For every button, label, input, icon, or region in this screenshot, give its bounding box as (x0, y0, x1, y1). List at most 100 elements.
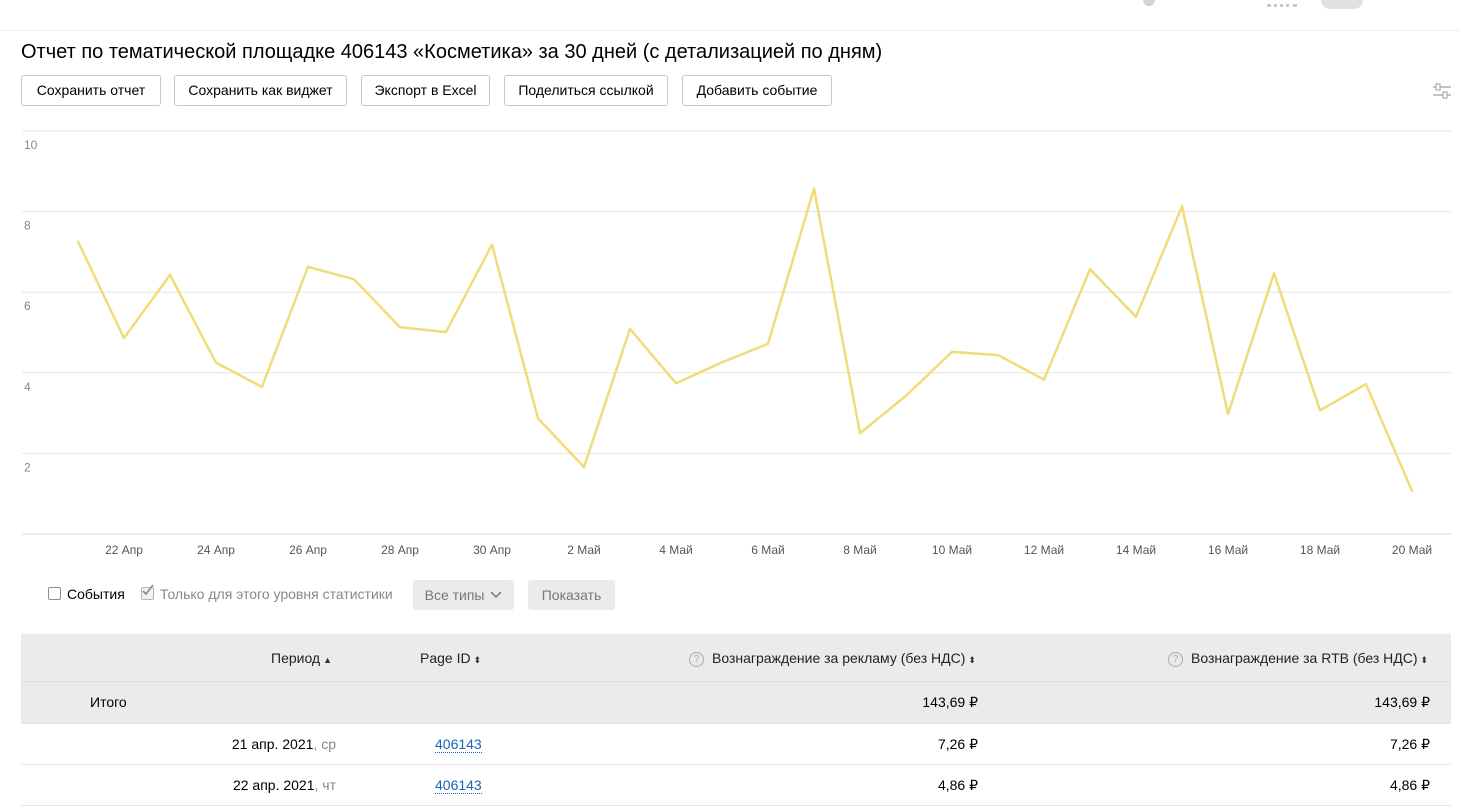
share-link-button[interactable]: Поделиться ссылкой (504, 75, 668, 106)
data-point[interactable] (1180, 205, 1184, 208)
row-weekday: , ср (313, 736, 336, 752)
level-only-label[interactable]: Только для этого уровня статистики (160, 586, 393, 602)
event-types-select[interactable]: Все типы (413, 580, 514, 610)
x-tick-label: 20 Май (1392, 543, 1432, 557)
data-point[interactable] (858, 432, 862, 435)
data-point[interactable] (812, 187, 816, 190)
sliders-icon[interactable] (1432, 82, 1452, 100)
events-checkbox[interactable] (48, 587, 61, 600)
x-tick-label: 14 Май (1116, 543, 1156, 557)
row-page-id: 406143 (435, 736, 482, 753)
page-id-link[interactable]: 406143 (435, 777, 482, 794)
question-icon[interactable]: ? (1168, 652, 1183, 667)
save-as-widget-button[interactable]: Сохранить как виджет (174, 75, 347, 106)
x-tick-label: 2 Май (567, 543, 601, 557)
x-tick-label: 30 Апр (473, 543, 511, 557)
x-tick-label: 10 Май (932, 543, 972, 557)
sort-icon: ⬍ (1420, 655, 1429, 665)
x-tick-label: 4 Май (659, 543, 693, 557)
data-point[interactable] (76, 240, 80, 243)
column-ad-reward-label: Вознаграждение за рекламу (без НДС) (712, 650, 966, 666)
data-point[interactable] (1226, 412, 1230, 416)
sort-icon: ⬍ (473, 655, 482, 665)
row-period: 21 апр. 2021, ср (232, 736, 336, 752)
data-point[interactable] (306, 265, 310, 269)
data-point[interactable] (1272, 272, 1276, 275)
row-date: 22 апр. 2021 (232, 777, 315, 793)
top-bar (0, 0, 1459, 31)
level-only-checkbox[interactable] (141, 584, 154, 600)
data-point[interactable] (1364, 382, 1368, 386)
x-tick-label: 22 Апр (105, 543, 143, 557)
data-point[interactable] (444, 330, 448, 334)
avatar[interactable] (1321, 0, 1363, 9)
x-tick-label: 6 Май (751, 543, 785, 557)
sort-asc-icon: ▲ (323, 655, 333, 665)
line-chart-svg: 2 4 6 8 10 22 Апр 24 Апр 26 Апр 28 Апр 30 Апр 2 Ма… (22, 130, 1451, 557)
data-point[interactable] (950, 350, 954, 354)
data-point[interactable] (996, 353, 1000, 357)
event-types-value: Все типы (424, 587, 485, 603)
data-point[interactable] (260, 385, 264, 389)
add-event-button[interactable]: Добавить событие (682, 75, 832, 106)
y-tick-label: 4 (24, 380, 31, 394)
x-tick-label: 26 Апр (289, 543, 327, 557)
export-excel-button[interactable]: Экспорт в Excel (361, 75, 490, 106)
column-period[interactable]: Период ▲ (271, 650, 332, 666)
x-tick-label: 28 Апр (381, 543, 419, 557)
total-label: Итого (90, 694, 127, 710)
series-line[interactable] (76, 187, 1414, 492)
column-rtb-reward-label: Вознаграждение за RTB (без НДС) (1191, 650, 1418, 666)
y-tick-label: 6 (24, 299, 31, 313)
data-point[interactable] (720, 361, 724, 364)
data-point[interactable] (214, 361, 218, 364)
column-page-id-label: Page ID (420, 650, 471, 666)
row-ad-reward: 7,26 ₽ (937, 736, 978, 752)
data-point[interactable] (352, 278, 356, 281)
row-rtb-reward: 7,26 ₽ (1389, 736, 1430, 752)
stats-table: Период ▲ Page ID ⬍ ? Вознаграждение за рекл… (21, 634, 1451, 806)
data-point[interactable] (628, 327, 632, 331)
data-point[interactable] (674, 382, 678, 385)
x-tick-label: 16 Май (1208, 543, 1248, 557)
question-icon[interactable]: ? (689, 652, 704, 667)
bell-icon[interactable] (1143, 0, 1155, 6)
grid-icon[interactable] (1267, 0, 1297, 7)
save-report-button[interactable]: Сохранить отчет (21, 75, 161, 106)
data-point[interactable] (1318, 409, 1322, 412)
row-weekday: , чт (314, 777, 337, 793)
show-button[interactable]: Показать (528, 580, 615, 610)
column-ad-reward[interactable]: ? Вознаграждение за рекламу (без НДС) ⬍ (689, 650, 976, 667)
row-rtb-reward: 4,86 ₽ (1389, 777, 1430, 793)
x-tick-label: 8 Май (843, 543, 877, 557)
table-header: Период ▲ Page ID ⬍ ? Вознаграждение за рекл… (21, 634, 1451, 682)
daily-reward-chart: 2 4 6 8 10 22 Апр 24 Апр 26 Апр 28 Апр 30 Апр 2 Ма… (0, 125, 1459, 565)
y-tick-label: 8 (24, 219, 31, 233)
chart-filters: События Только для этого уровня статисти… (0, 578, 1459, 610)
data-point[interactable] (1088, 268, 1092, 271)
total-ad-reward: 143,69 ₽ (922, 694, 978, 710)
data-point[interactable] (904, 394, 908, 397)
data-point[interactable] (122, 336, 126, 340)
table-row: 22 апр. 2021, чт 406143 4,86 ₽ 4,86 ₽ (21, 765, 1451, 806)
data-point[interactable] (168, 273, 172, 277)
x-tick-label: 18 Май (1300, 543, 1340, 557)
events-label[interactable]: События (67, 586, 125, 602)
column-page-id[interactable]: Page ID ⬍ (420, 650, 481, 666)
data-point[interactable] (1410, 489, 1414, 493)
data-point[interactable] (398, 326, 402, 329)
data-point[interactable] (1134, 315, 1138, 318)
row-date: 21 апр. 2021 (231, 736, 314, 752)
data-point[interactable] (1042, 378, 1046, 381)
data-point[interactable] (536, 417, 540, 420)
page-id-link[interactable]: 406143 (435, 736, 482, 753)
table-row: 21 апр. 2021, ср 406143 7,26 ₽ 7,26 ₽ (21, 724, 1451, 765)
data-point[interactable] (582, 465, 586, 469)
column-rtb-reward[interactable]: ? Вознаграждение за RTB (без НДС) ⬍ (1168, 650, 1428, 667)
x-tick-label: 24 Апр (197, 543, 235, 557)
row-period: 22 апр. 2021, чт (233, 777, 336, 793)
data-point[interactable] (490, 243, 494, 246)
chevron-down-icon (490, 591, 502, 599)
data-point[interactable] (766, 342, 770, 345)
row-page-id: 406143 (435, 777, 482, 794)
